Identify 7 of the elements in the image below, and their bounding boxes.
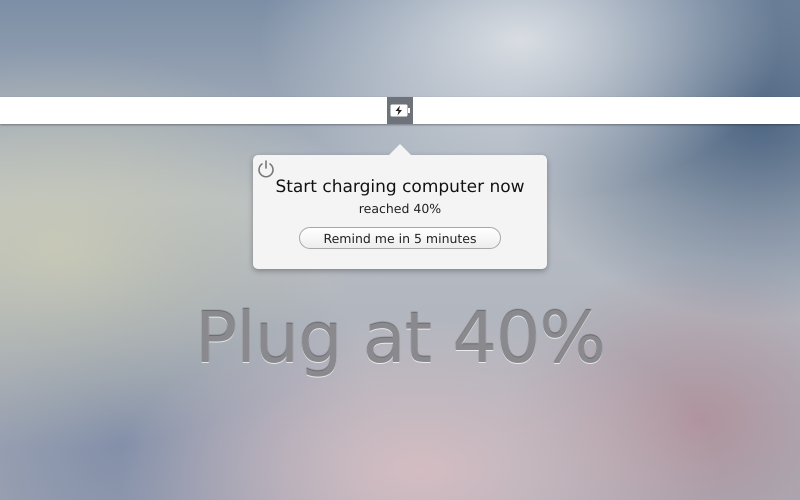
power-icon[interactable] bbox=[256, 159, 276, 179]
headline: Plug at 40% bbox=[195, 297, 605, 379]
battery-charging-icon bbox=[390, 104, 410, 117]
remind-button[interactable]: Remind me in 5 minutes bbox=[299, 227, 501, 249]
menu-bar-item[interactable] bbox=[387, 97, 413, 124]
notification-title: Start charging computer now bbox=[275, 177, 525, 197]
notification-subtitle: reached 40% bbox=[358, 201, 442, 216]
